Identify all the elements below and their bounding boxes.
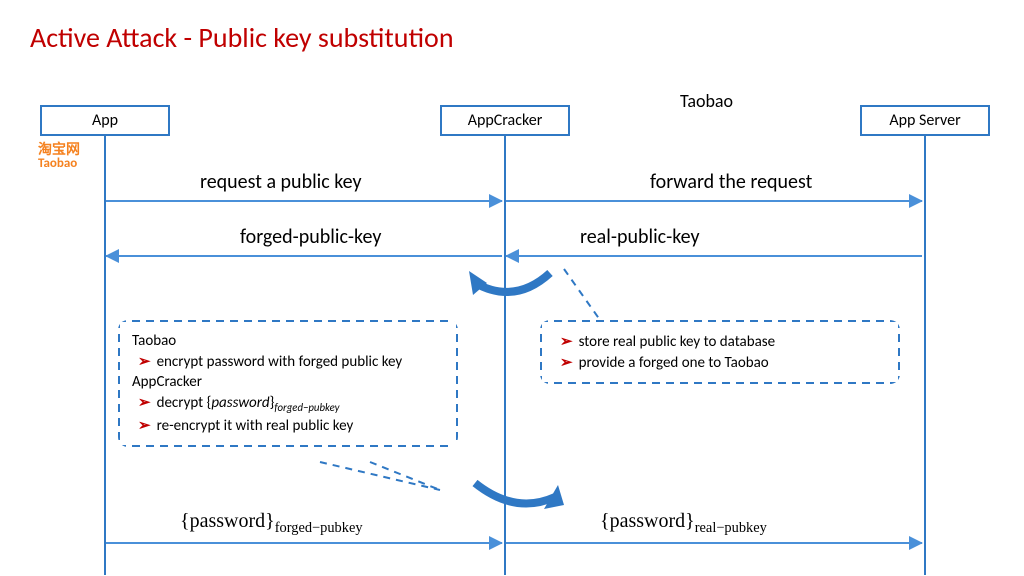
callout-taobao-cracker-steps: Taobao ➢encrypt password with forged pub… bbox=[118, 320, 458, 447]
msg-password-forged: {password}forged−pubkey bbox=[180, 510, 363, 537]
callout-cracker-actions: ➢store real public key to database ➢prov… bbox=[540, 320, 900, 384]
taobao-logo-en: Taobao bbox=[38, 157, 80, 171]
actor-app: App bbox=[40, 105, 170, 136]
callout-right-item1: ➢store real public key to database bbox=[560, 332, 886, 351]
msg-forward-request: forward the request bbox=[650, 170, 812, 194]
arrow-cracker-to-server-forward bbox=[506, 200, 922, 202]
slide-title: Active Attack - Public key substitution bbox=[30, 20, 454, 55]
callout-right-item2: ➢provide a forged one to Taobao bbox=[560, 353, 886, 372]
callout-left-hdr1: Taobao bbox=[132, 332, 444, 350]
curved-arrow-icon bbox=[455, 265, 575, 315]
arrow-server-to-cracker-real bbox=[506, 255, 922, 257]
callout-left-hdr2: AppCracker bbox=[132, 373, 444, 391]
msg-forged-public-key: forged-public-key bbox=[240, 225, 381, 249]
actor-appserver: App Server bbox=[860, 105, 990, 136]
arrow-cracker-to-server-password bbox=[506, 542, 922, 544]
callout-tail-left bbox=[300, 460, 460, 495]
arrow-app-to-cracker-password bbox=[106, 542, 502, 544]
lifeline-appserver bbox=[924, 135, 926, 575]
callout-left-item3: ➢re-encrypt it with real public key bbox=[138, 416, 444, 435]
curved-arrow-icon-2 bbox=[460, 475, 580, 525]
arrow-app-to-cracker-request bbox=[106, 200, 502, 202]
taobao-logo: 淘宝网 Taobao bbox=[38, 142, 80, 172]
taobao-label: Taobao bbox=[680, 90, 733, 112]
msg-real-public-key: real-public-key bbox=[580, 225, 700, 249]
callout-left-item2: ➢decrypt {password}forged−pubkey bbox=[138, 393, 444, 414]
msg-request-public-key: request a public key bbox=[200, 170, 362, 194]
taobao-logo-cn: 淘宝网 bbox=[38, 142, 80, 157]
arrow-cracker-to-app-forged bbox=[106, 255, 502, 257]
msg-password-real: {password}real−pubkey bbox=[600, 510, 767, 537]
callout-left-item1: ➢encrypt password with forged public key bbox=[138, 352, 444, 371]
actor-appcracker: AppCracker bbox=[440, 105, 570, 136]
callout-tail-right bbox=[560, 265, 620, 325]
